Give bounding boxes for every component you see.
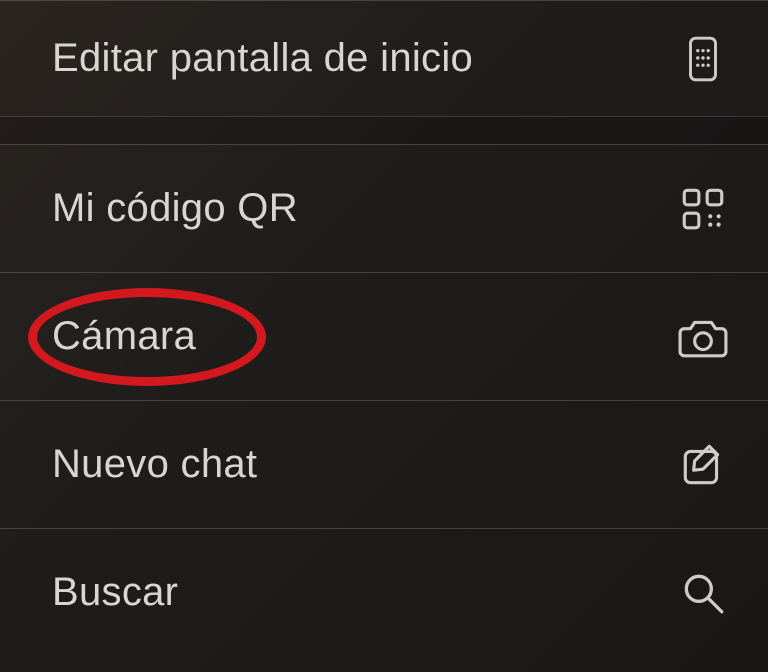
menu-item-qr[interactable]: Mi código QR: [0, 144, 768, 272]
context-menu: Editar pantalla de inicio Mi código QR: [0, 0, 768, 672]
menu-separator: [0, 116, 768, 144]
phone-grid-icon: [678, 34, 728, 84]
menu-item-label: Cámara: [52, 314, 196, 359]
qr-icon: [678, 184, 728, 234]
compose-icon: [678, 440, 728, 490]
camera-icon: [678, 312, 728, 362]
menu-item-label: Nuevo chat: [52, 442, 257, 487]
menu-item-label: Editar pantalla de inicio: [52, 36, 473, 81]
menu-item-edit-home[interactable]: Editar pantalla de inicio: [0, 0, 768, 116]
search-icon: [678, 568, 728, 618]
menu-item-search[interactable]: Buscar: [0, 528, 768, 656]
menu-item-camera[interactable]: Cámara: [0, 272, 768, 400]
menu-item-new-chat[interactable]: Nuevo chat: [0, 400, 768, 528]
menu-item-label: Buscar: [52, 570, 178, 615]
menu-item-label: Mi código QR: [52, 186, 298, 231]
